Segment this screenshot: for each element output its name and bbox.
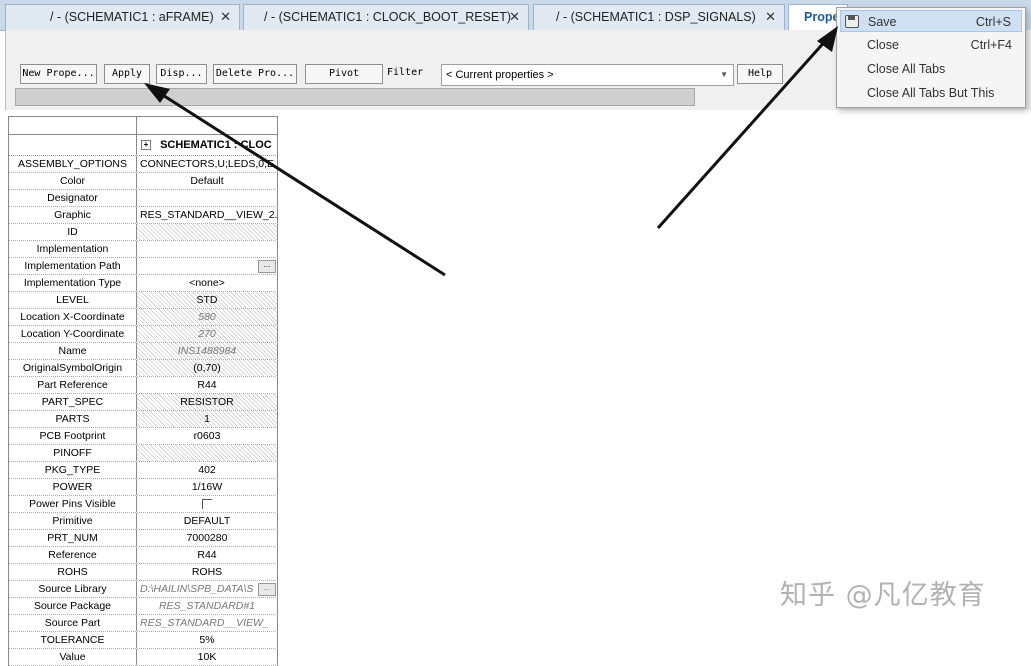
arrow-to-save (656, 36, 830, 230)
table-row[interactable]: TOLERANCE 5% (9, 632, 278, 649)
annotation-arrows (144, 26, 838, 277)
property-name: TOLERANCE (9, 632, 137, 648)
watermark: 知乎 @凡亿教育 (780, 580, 986, 611)
arrow-to-apply (157, 90, 446, 277)
table-row[interactable]: Value 10K (9, 649, 278, 666)
arrowhead-apply (144, 83, 170, 103)
property-value[interactable]: 10K (137, 649, 278, 665)
property-value-text: 5% (199, 634, 215, 646)
property-name: Value (9, 649, 137, 665)
property-value-text: 10K (197, 651, 217, 663)
property-value[interactable]: 5% (137, 632, 278, 648)
